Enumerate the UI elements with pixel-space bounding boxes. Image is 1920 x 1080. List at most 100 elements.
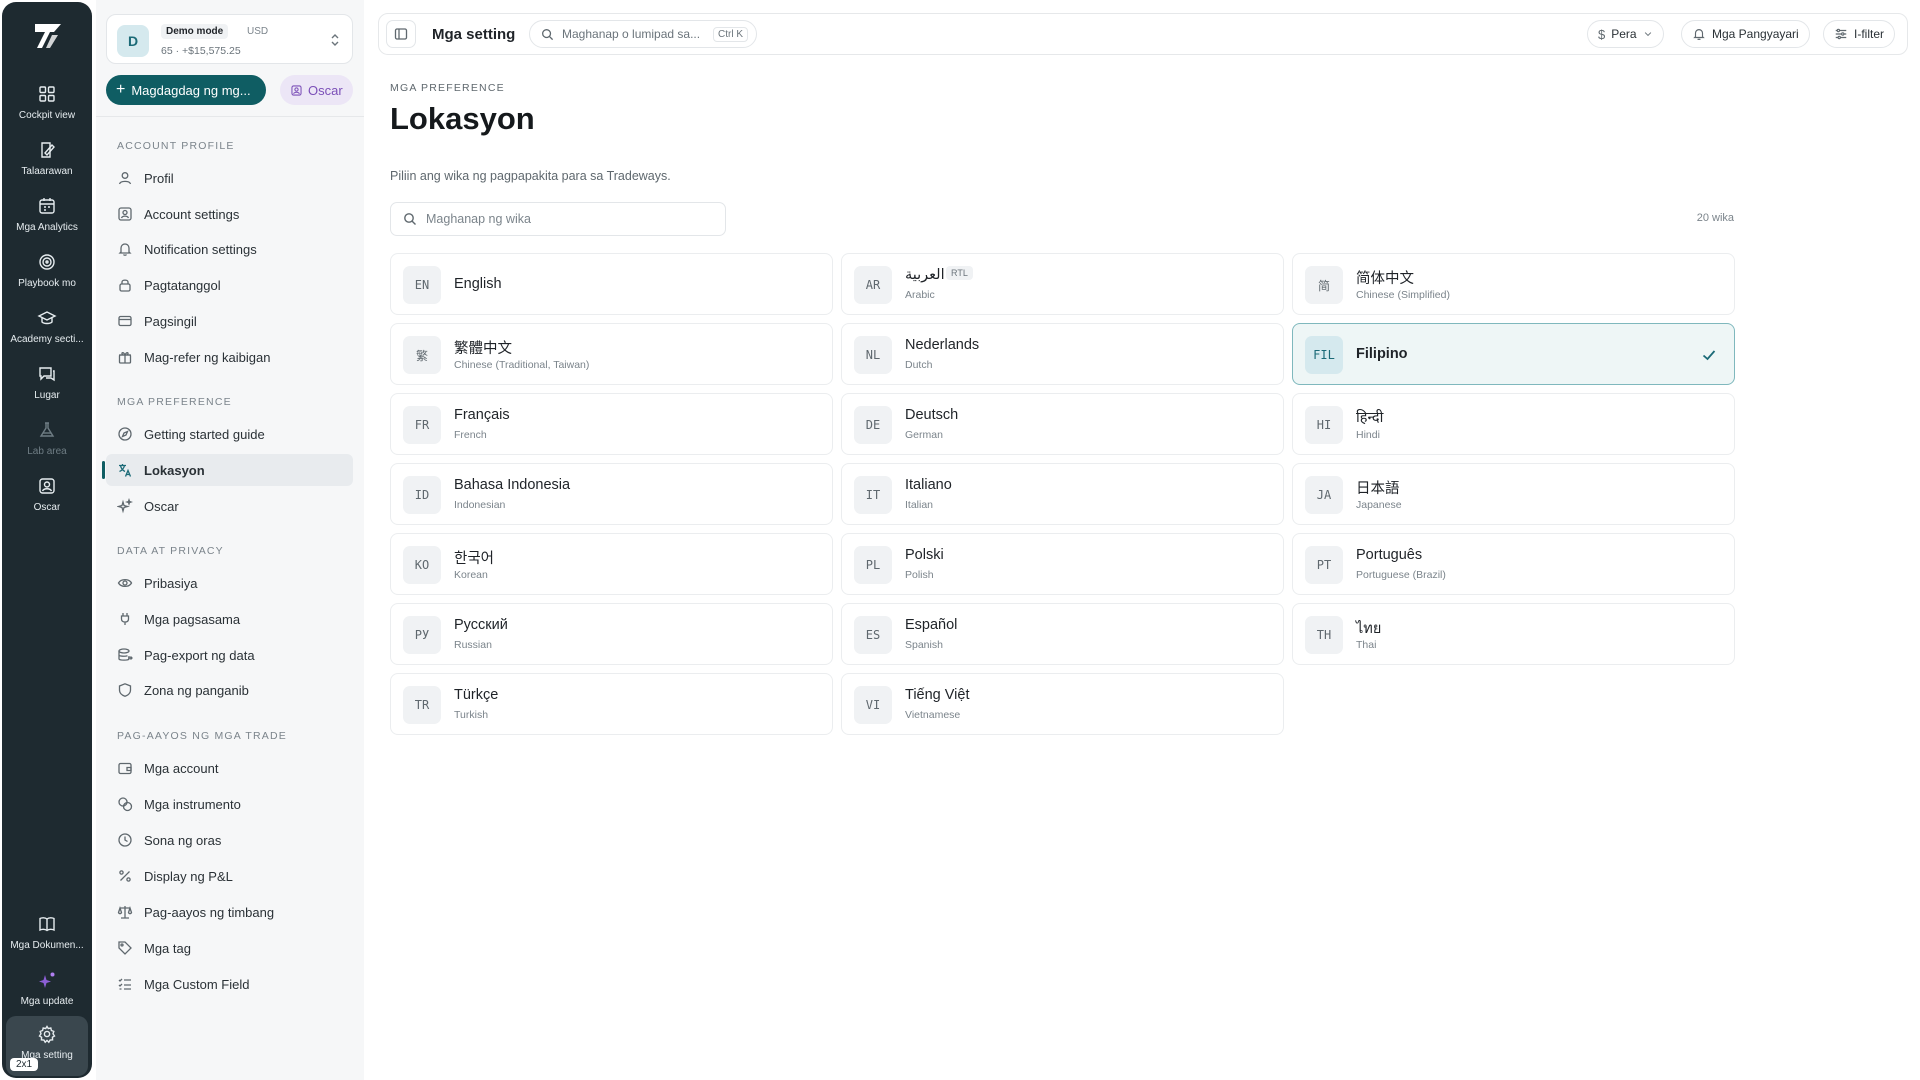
sidebar-item-integrations[interactable]: Mga pagsasama	[106, 603, 353, 635]
section-data-privacy: Data at privacy	[117, 545, 224, 557]
language-search-input[interactable]	[426, 212, 706, 226]
language-option-vi[interactable]: VI Tiếng Việt Vietnamese	[841, 673, 1284, 735]
language-native-name: English	[454, 276, 502, 292]
sidebar-item-refer-friend[interactable]: Mag-refer ng kaibigan	[106, 341, 353, 373]
language-code: PT	[1305, 546, 1343, 584]
language-option-de[interactable]: DE Deutsch German	[841, 393, 1284, 455]
filter-button[interactable]: I-filter	[1823, 20, 1895, 48]
language-english-name: Spanish	[905, 639, 943, 651]
sidebar-item-privacy[interactable]: Pribasiya	[106, 567, 353, 599]
rail-item-cockpit-view[interactable]: Cockpit view	[6, 80, 88, 132]
sparkle-icon	[39, 972, 55, 988]
sidebar-item-account-settings[interactable]: Account settings	[106, 198, 353, 230]
add-account-button[interactable]: + Magdagdag ng mg...	[106, 75, 266, 105]
check-icon	[1702, 350, 1716, 361]
sidebar-item-notification-settings[interactable]: Notification settings	[106, 233, 353, 265]
language-option-ja[interactable]: JA 日本語 Japanese	[1292, 463, 1735, 525]
settings-sidebar: D Demo mode USD 65 · +$15,575.25 + Magda…	[96, 0, 364, 1080]
sidebar-item-security[interactable]: Pagtatanggol	[106, 269, 353, 301]
plug-icon	[120, 613, 130, 625]
sidebar-item-getting-started[interactable]: Getting started guide	[106, 418, 353, 450]
search-icon	[542, 28, 554, 40]
language-option-en[interactable]: EN English	[390, 253, 833, 315]
flask-icon	[39, 422, 55, 437]
sidebar-divider	[96, 116, 364, 117]
language-option-it[interactable]: IT Italiano Italian	[841, 463, 1284, 525]
language-option-fil[interactable]: FIL Filipino	[1292, 323, 1735, 385]
sidebar-item-localization[interactable]: Lokasyon	[102, 454, 353, 486]
rail-item-lugar[interactable]: Lugar	[6, 360, 88, 412]
sidebar-item-billing[interactable]: Pagsingil	[106, 305, 353, 337]
rail-item-analytics[interactable]: Mga Analytics	[6, 192, 88, 244]
language-english-name: Korean	[454, 569, 488, 581]
language-option-ru[interactable]: РУ Русский Russian	[390, 603, 833, 665]
calendar-icon	[39, 198, 55, 214]
rail-item-label: Mga Analytics	[16, 222, 78, 233]
language-english-name: Arabic	[905, 289, 935, 301]
rail-item-oscar[interactable]: Oscar	[6, 472, 88, 524]
rail-item-documentation[interactable]: Mga Dokumen...	[6, 910, 88, 962]
rail-item-label: Lab area	[27, 446, 67, 457]
language-native-name: 简体中文	[1356, 271, 1414, 287]
add-account-label: Magdagdag ng mg...	[131, 82, 251, 98]
sidebar-item-label: Mag-refer ng kaibigan	[144, 349, 271, 365]
language-english-name: Portuguese (Brazil)	[1356, 569, 1446, 581]
sparkles-icon	[117, 498, 133, 514]
language-native-name: Bahasa Indonesia	[454, 477, 571, 493]
rail-item-talaarawan[interactable]: Talaarawan	[6, 136, 88, 188]
oscar-label: Oscar	[308, 82, 343, 98]
language-option-pt[interactable]: PT Português Portuguese (Brazil)	[1292, 533, 1735, 595]
language-option-es[interactable]: ES Español Spanish	[841, 603, 1284, 665]
sidebar-item-timezone[interactable]: Sona ng oras	[106, 824, 353, 856]
language-option-zh-hant[interactable]: 繁 繁體中文 Chinese (Traditional, Taiwan)	[390, 323, 833, 385]
language-option-ar[interactable]: AR العربية RTL Arabic	[841, 253, 1284, 315]
sidebar-item-data-export[interactable]: Pag-export ng data	[106, 639, 353, 671]
sidebar-toggle-button[interactable]	[386, 20, 416, 48]
rail-item-updates[interactable]: Mga update	[6, 966, 88, 1018]
language-option-nl[interactable]: NL Nederlands Dutch	[841, 323, 1284, 385]
account-currency: USD	[247, 26, 269, 37]
global-search-placeholder: Maghanap o lumipad sa...	[562, 27, 701, 41]
page-description: Piliin ang wika ng pagpapakita para sa T…	[390, 169, 671, 183]
language-option-ko[interactable]: KO 한국어 Korean	[390, 533, 833, 595]
account-switcher[interactable]: D Demo mode USD 65 · +$15,575.25	[106, 14, 353, 64]
language-option-hi[interactable]: HI हिन्दी Hindi	[1292, 393, 1735, 455]
journal-icon	[41, 142, 55, 158]
global-search-input[interactable]: Maghanap o lumipad sa... Ctrl K	[529, 20, 757, 48]
rail-item-academy[interactable]: Academy secti...	[6, 304, 88, 356]
sidebar-item-profile[interactable]: Profil	[106, 162, 353, 194]
rail-item-playbook[interactable]: Playbook mo	[6, 248, 88, 300]
events-button[interactable]: Mga Pangyayari	[1681, 20, 1810, 48]
language-option-id[interactable]: ID Bahasa Indonesia Indonesian	[390, 463, 833, 525]
language-native-name: Русский	[454, 617, 508, 633]
sidebar-item-instruments[interactable]: Mga instrumento	[106, 788, 353, 820]
language-code: DE	[854, 406, 892, 444]
dollar-icon: $	[1598, 26, 1606, 42]
sidebar-item-tags[interactable]: Mga tag	[106, 932, 353, 964]
language-option-pl[interactable]: PL Polski Polish	[841, 533, 1284, 595]
language-option-tr[interactable]: TR Türkçe Turkish	[390, 673, 833, 735]
sidebar-item-accounts[interactable]: Mga account	[106, 752, 353, 784]
language-option-zh-hans[interactable]: 简 简体中文 Chinese (Simplified)	[1292, 253, 1735, 315]
sidebar-item-label: Notification settings	[144, 241, 257, 257]
sidebar-item-label: Mga tag	[144, 940, 191, 956]
section-trade-settings: Pag-aayos ng mga trade	[117, 730, 287, 742]
events-label: Mga Pangyayari	[1712, 27, 1799, 41]
currency-button[interactable]: $ Pera	[1587, 20, 1664, 48]
currency-label: Pera	[1611, 27, 1637, 41]
language-option-th[interactable]: TH ไทย Thai	[1292, 603, 1735, 665]
app-logo-icon[interactable]	[32, 20, 64, 52]
rail-item-lab-area[interactable]: Lab area	[6, 416, 88, 468]
language-option-fr[interactable]: FR Français French	[390, 393, 833, 455]
sidebar-item-pnl-display[interactable]: Display ng P&L	[106, 860, 353, 892]
sidebar-item-danger-zone[interactable]: Zona ng panganib	[106, 674, 353, 706]
shield-icon	[118, 683, 132, 697]
oscar-button[interactable]: Oscar	[280, 75, 353, 105]
credit-card-icon	[118, 315, 132, 327]
sidebar-item-weight-settings[interactable]: Pag-aayos ng timbang	[106, 896, 353, 928]
rail-item-label: Oscar	[33, 502, 61, 513]
language-code: FIL	[1305, 336, 1343, 374]
sidebar-item-oscar[interactable]: Oscar	[106, 490, 353, 522]
coins-icon	[118, 797, 133, 812]
sidebar-item-custom-fields[interactable]: Mga Custom Field	[106, 968, 353, 1000]
